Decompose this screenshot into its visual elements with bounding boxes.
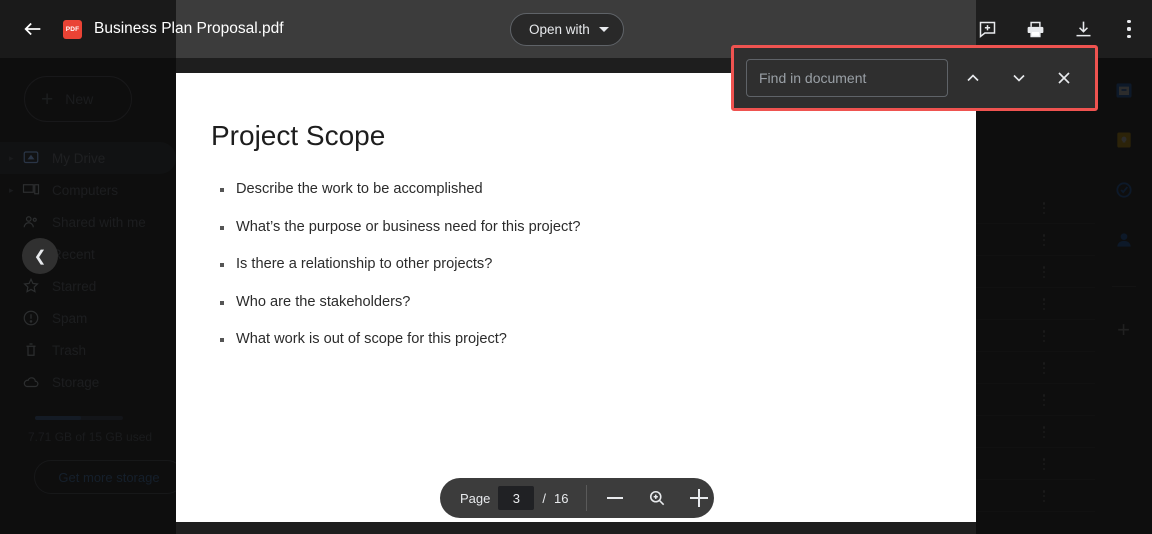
- download-icon[interactable]: [1072, 18, 1094, 40]
- app-root: + New ▸ My Drive ▸ Computers: [0, 0, 1152, 534]
- open-with-label: Open with: [529, 22, 590, 37]
- add-comment-icon[interactable]: [976, 18, 998, 40]
- zoom-in-button[interactable]: [687, 486, 711, 510]
- magnifier-plus-icon: [650, 490, 665, 506]
- arrow-left-icon: [24, 22, 41, 36]
- back-button[interactable]: [20, 16, 46, 42]
- list-item: Describe the work to be accomplished: [218, 181, 581, 199]
- page-label: Page: [460, 490, 491, 506]
- page-indicator: Page 3 / 16: [440, 486, 568, 510]
- list-item: Is there a relationship to other project…: [218, 256, 581, 274]
- total-pages: 16: [554, 490, 569, 506]
- open-with-button[interactable]: Open with: [510, 13, 624, 46]
- page-title: Project Scope: [211, 120, 386, 151]
- collapse-sidebar-button[interactable]: ❮: [22, 238, 58, 274]
- chevron-left-icon: ❮: [33, 248, 47, 265]
- document-title: Business Plan Proposal.pdf: [94, 20, 284, 37]
- more-actions-icon[interactable]: [1120, 19, 1138, 39]
- minus-icon: [607, 497, 624, 499]
- list-item: What work is out of scope for this proje…: [218, 331, 581, 349]
- pdf-file-type-badge: PDF: [63, 19, 82, 39]
- list-item: What’s the purpose or business need for …: [218, 219, 581, 237]
- pdf-preview-panel: Project Scope Describe the work to be ac…: [176, 58, 976, 534]
- zoom-out-button[interactable]: [603, 486, 627, 510]
- pdf-page: Project Scope Describe the work to be ac…: [176, 73, 976, 522]
- list-item: Who are the stakeholders?: [218, 294, 581, 312]
- bullet-list: Describe the work to be accomplished Wha…: [218, 181, 581, 369]
- find-bar-highlight: [731, 45, 1098, 111]
- zoom-button[interactable]: [645, 486, 669, 510]
- chevron-down-icon: [598, 27, 609, 32]
- print-icon[interactable]: [1024, 18, 1046, 40]
- plus-icon: [690, 489, 709, 507]
- page-separator: /: [542, 490, 546, 506]
- page-number-input[interactable]: 3: [498, 486, 535, 510]
- page-navigation-toolbar: Page 3 / 16: [440, 478, 714, 518]
